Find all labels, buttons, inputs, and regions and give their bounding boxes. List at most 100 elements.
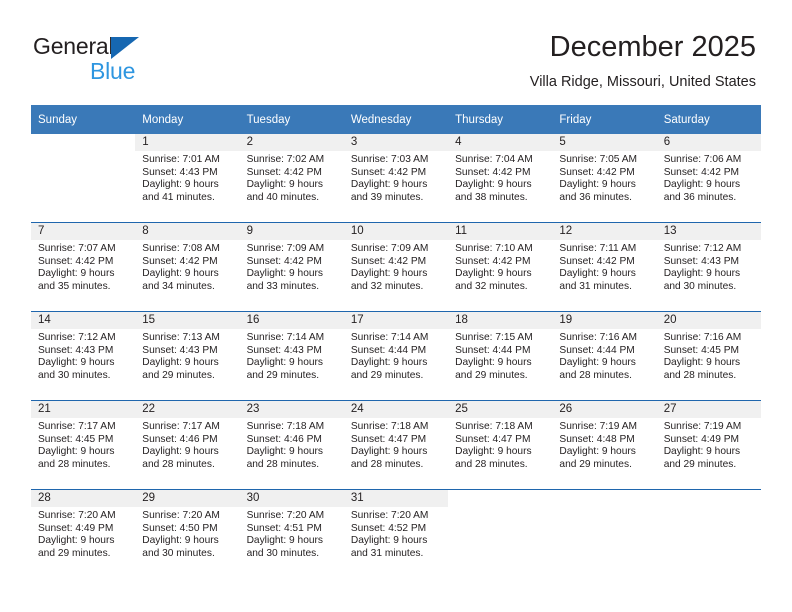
calendar-day-cell[interactable]: 30 Sunrise: 7:20 AM Sunset: 4:51 PM Dayligh… <box>239 489 344 578</box>
calendar-day-cell <box>31 134 135 223</box>
calendar-week-row: 7 Sunrise: 7:07 AM Sunset: 4:42 PM Daylight… <box>31 222 761 312</box>
calendar-day-cell[interactable]: 20 Sunrise: 7:16 AM Sunset: 4:45 PM Dayligh… <box>656 311 761 401</box>
calendar-day-cell[interactable]: 11 Sunrise: 7:10 AM Sunset: 4:42 PM Dayligh… <box>448 222 553 312</box>
sunset-text: Sunset: 4:44 PM <box>559 344 635 356</box>
sunset-text: Sunset: 4:42 PM <box>455 166 531 178</box>
day-sun-info: Sunrise: 7:05 AM Sunset: 4:42 PM Daylight:… <box>552 151 656 204</box>
calendar-day-cell[interactable]: 15 Sunrise: 7:13 AM Sunset: 4:43 PM Dayligh… <box>135 311 240 401</box>
day-content: 10 Sunrise: 7:09 AM Sunset: 4:42 PM Dayligh… <box>343 223 449 311</box>
sunset-text: Sunset: 4:46 PM <box>142 433 218 445</box>
calendar-day-cell[interactable]: 25 Sunrise: 7:18 AM Sunset: 4:47 PM Dayligh… <box>448 400 553 490</box>
day-number: 5 <box>552 134 657 151</box>
day-content: 25 Sunrise: 7:18 AM Sunset: 4:47 PM Dayligh… <box>448 401 553 489</box>
calendar-page: General Blue December 2025 Villa Ridge, … <box>0 0 792 612</box>
day-content: 19 Sunrise: 7:16 AM Sunset: 4:44 PM Dayligh… <box>552 312 657 400</box>
sunrise-text: Sunrise: 7:04 AM <box>455 154 533 165</box>
calendar-day-cell[interactable]: 27 Sunrise: 7:19 AM Sunset: 4:49 PM Dayligh… <box>656 400 761 490</box>
day-content: 31 Sunrise: 7:20 AM Sunset: 4:52 PM Dayligh… <box>343 490 449 578</box>
calendar-day-cell[interactable]: 5 Sunrise: 7:05 AM Sunset: 4:42 PM Daylight… <box>552 134 657 223</box>
calendar-week-row: 21 Sunrise: 7:17 AM Sunset: 4:45 PM Dayligh… <box>31 400 761 490</box>
sunset-text: Sunset: 4:42 PM <box>559 255 635 267</box>
sunset-text: Sunset: 4:46 PM <box>246 433 322 445</box>
daylight-text: Daylight: 9 hours and 30 minutes. <box>38 357 115 381</box>
sunrise-text: Sunrise: 7:17 AM <box>38 421 116 432</box>
calendar-day-cell[interactable]: 9 Sunrise: 7:09 AM Sunset: 4:42 PM Daylight… <box>239 222 344 312</box>
calendar-day-cell[interactable]: 10 Sunrise: 7:09 AM Sunset: 4:42 PM Dayligh… <box>343 222 449 312</box>
calendar-day-cell[interactable]: 22 Sunrise: 7:17 AM Sunset: 4:46 PM Dayligh… <box>135 400 240 490</box>
calendar-day-cell[interactable]: 28 Sunrise: 7:20 AM Sunset: 4:49 PM Dayligh… <box>31 489 136 578</box>
day-number: 13 <box>656 223 761 240</box>
day-number: 1 <box>135 134 240 151</box>
calendar-week-row: 1 Sunrise: 7:01 AM Sunset: 4:43 PM Daylight… <box>31 134 761 223</box>
sunrise-text: Sunrise: 7:20 AM <box>142 510 220 521</box>
sunrise-text: Sunrise: 7:20 AM <box>38 510 116 521</box>
calendar-day-cell[interactable]: 26 Sunrise: 7:19 AM Sunset: 4:48 PM Dayligh… <box>552 400 657 490</box>
calendar-day-cell[interactable]: 14 Sunrise: 7:12 AM Sunset: 4:43 PM Dayligh… <box>31 311 136 401</box>
calendar-day-cell[interactable]: 1 Sunrise: 7:01 AM Sunset: 4:43 PM Daylight… <box>135 134 240 223</box>
day-number: 30 <box>239 490 344 507</box>
calendar-day-cell[interactable]: 18 Sunrise: 7:15 AM Sunset: 4:44 PM Dayligh… <box>448 311 553 401</box>
day-sun-info: Sunrise: 7:08 AM Sunset: 4:42 PM Daylight:… <box>135 240 239 293</box>
day-sun-info: Sunrise: 7:20 AM Sunset: 4:49 PM Daylight:… <box>31 507 135 560</box>
day-number: 20 <box>656 312 761 329</box>
day-content: 12 Sunrise: 7:11 AM Sunset: 4:42 PM Dayligh… <box>552 223 657 311</box>
title-block: December 2025 Villa Ridge, Missouri, Uni… <box>530 30 756 92</box>
day-content: 5 Sunrise: 7:05 AM Sunset: 4:42 PM Daylight… <box>552 134 657 222</box>
sunrise-text: Sunrise: 7:16 AM <box>559 332 637 343</box>
empty-day <box>448 490 552 578</box>
day-content: 27 Sunrise: 7:19 AM Sunset: 4:49 PM Dayligh… <box>656 401 761 489</box>
calendar-day-cell[interactable]: 19 Sunrise: 7:16 AM Sunset: 4:44 PM Dayligh… <box>552 311 657 401</box>
calendar-day-cell[interactable]: 17 Sunrise: 7:14 AM Sunset: 4:44 PM Dayligh… <box>343 311 449 401</box>
day-content: 21 Sunrise: 7:17 AM Sunset: 4:45 PM Dayligh… <box>31 401 136 489</box>
calendar-day-cell[interactable]: 12 Sunrise: 7:11 AM Sunset: 4:42 PM Dayligh… <box>552 222 657 312</box>
calendar-day-cell[interactable]: 24 Sunrise: 7:18 AM Sunset: 4:47 PM Dayligh… <box>343 400 449 490</box>
calendar-day-cell[interactable]: 16 Sunrise: 7:14 AM Sunset: 4:43 PM Dayligh… <box>239 311 344 401</box>
sunrise-text: Sunrise: 7:20 AM <box>350 510 429 521</box>
daylight-text: Daylight: 9 hours and 28 minutes. <box>455 446 532 470</box>
day-content: 16 Sunrise: 7:14 AM Sunset: 4:43 PM Dayligh… <box>239 312 344 400</box>
sunrise-text: Sunrise: 7:13 AM <box>142 332 220 343</box>
daylight-text: Daylight: 9 hours and 39 minutes. <box>350 179 428 203</box>
sunrise-text: Sunrise: 7:15 AM <box>455 332 533 343</box>
calendar-day-cell[interactable]: 4 Sunrise: 7:04 AM Sunset: 4:42 PM Daylight… <box>448 134 553 223</box>
sunset-text: Sunset: 4:48 PM <box>559 433 635 445</box>
calendar-day-cell[interactable]: 31 Sunrise: 7:20 AM Sunset: 4:52 PM Dayligh… <box>343 489 449 578</box>
sunrise-text: Sunrise: 7:12 AM <box>38 332 116 343</box>
calendar-day-cell[interactable]: 13 Sunrise: 7:12 AM Sunset: 4:43 PM Dayligh… <box>656 222 761 312</box>
day-sun-info: Sunrise: 7:12 AM Sunset: 4:43 PM Daylight:… <box>31 329 135 382</box>
day-sun-info: Sunrise: 7:04 AM Sunset: 4:42 PM Daylight:… <box>448 151 552 204</box>
calendar-day-cell <box>448 489 553 578</box>
daylight-text: Daylight: 9 hours and 28 minutes. <box>350 446 428 470</box>
day-sun-info: Sunrise: 7:18 AM Sunset: 4:46 PM Daylight:… <box>240 418 344 471</box>
day-sun-info: Sunrise: 7:06 AM Sunset: 4:42 PM Daylight:… <box>657 151 761 204</box>
weekday-header-thursday: Thursday <box>448 105 553 134</box>
calendar-day-cell[interactable]: 23 Sunrise: 7:18 AM Sunset: 4:46 PM Dayligh… <box>239 400 344 490</box>
calendar-day-cell[interactable]: 21 Sunrise: 7:17 AM Sunset: 4:45 PM Dayligh… <box>31 400 136 490</box>
day-sun-info: Sunrise: 7:20 AM Sunset: 4:52 PM Daylight:… <box>344 507 448 560</box>
sunset-text: Sunset: 4:50 PM <box>142 522 218 534</box>
calendar-day-cell[interactable]: 8 Sunrise: 7:08 AM Sunset: 4:42 PM Daylight… <box>135 222 240 312</box>
calendar-day-cell[interactable]: 7 Sunrise: 7:07 AM Sunset: 4:42 PM Daylight… <box>31 222 136 312</box>
day-sun-info: Sunrise: 7:17 AM Sunset: 4:45 PM Daylight:… <box>31 418 135 471</box>
calendar-day-cell[interactable]: 3 Sunrise: 7:03 AM Sunset: 4:42 PM Daylight… <box>343 134 449 223</box>
sunrise-text: Sunrise: 7:03 AM <box>350 154 429 165</box>
calendar-day-cell[interactable]: 2 Sunrise: 7:02 AM Sunset: 4:42 PM Daylight… <box>239 134 344 223</box>
day-number: 31 <box>343 490 449 507</box>
day-number: 19 <box>552 312 657 329</box>
day-number: 7 <box>31 223 136 240</box>
sunset-text: Sunset: 4:42 PM <box>246 166 322 178</box>
day-number: 15 <box>135 312 240 329</box>
weekday-header-friday: Friday <box>552 105 657 134</box>
day-content: 24 Sunrise: 7:18 AM Sunset: 4:47 PM Dayligh… <box>343 401 449 489</box>
calendar-day-cell[interactable]: 6 Sunrise: 7:06 AM Sunset: 4:42 PM Daylight… <box>656 134 761 223</box>
sunset-text: Sunset: 4:42 PM <box>350 255 427 267</box>
daylight-text: Daylight: 9 hours and 31 minutes. <box>559 268 636 292</box>
calendar-day-cell[interactable]: 29 Sunrise: 7:20 AM Sunset: 4:50 PM Dayligh… <box>135 489 240 578</box>
daylight-text: Daylight: 9 hours and 34 minutes. <box>142 268 219 292</box>
general-blue-logo[interactable]: General Blue <box>33 33 203 85</box>
weekday-header-wednesday: Wednesday <box>343 105 449 134</box>
sunrise-text: Sunrise: 7:02 AM <box>246 154 325 165</box>
day-number: 12 <box>552 223 657 240</box>
day-content: 9 Sunrise: 7:09 AM Sunset: 4:42 PM Daylight… <box>239 223 344 311</box>
sunrise-text: Sunrise: 7:19 AM <box>663 421 742 432</box>
